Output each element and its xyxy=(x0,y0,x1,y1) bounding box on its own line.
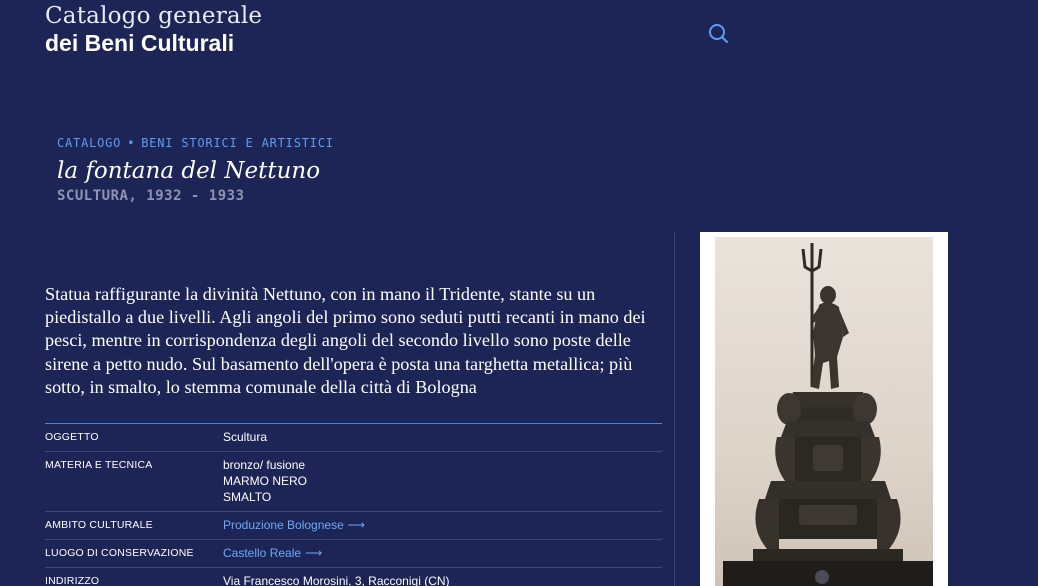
breadcrumb: CATALOGO • BENI STORICI E ARTISTICI xyxy=(57,136,334,150)
details-table: OGGETTO Scultura MATERIA E TECNICA bronz… xyxy=(45,423,662,586)
details-row-luogo: LUOGO DI CONSERVAZIONE Castello Reale ⟶ xyxy=(45,540,662,568)
breadcrumb-separator: • xyxy=(127,136,136,150)
neptune-statue-illustration xyxy=(723,243,933,586)
details-row-oggetto: OGGETTO Scultura xyxy=(45,424,662,452)
brand-title-line1: Catalogo generale xyxy=(45,3,263,29)
breadcrumb-beni-storici[interactable]: BENI STORICI E ARTISTICI xyxy=(141,136,334,150)
details-label: AMBITO CULTURALE xyxy=(45,519,153,531)
details-row-ambito: AMBITO CULTURALE Produzione Bolognese ⟶ xyxy=(45,512,662,540)
page-subtitle: SCULTURA, 1932 - 1933 xyxy=(57,188,245,204)
details-row-indirizzo: INDIRIZZO Via Francesco Morosini, 3, Rac… xyxy=(45,568,662,586)
breadcrumb-catalogo[interactable]: CATALOGO xyxy=(57,136,121,150)
column-divider xyxy=(674,232,675,586)
luogo-link-label: Castello Reale xyxy=(223,546,302,560)
site-brand[interactable]: Catalogo generale dei Beni Culturali xyxy=(45,2,262,56)
details-value: bronzo/ fusione xyxy=(223,458,306,472)
details-value: SMALTO xyxy=(223,490,272,504)
details-value-list: bronzo/ fusione MARMO NERO SMALTO xyxy=(223,457,307,505)
details-label: MATERIA E TECNICA xyxy=(45,459,153,471)
ambito-link-label: Produzione Bolognese xyxy=(223,518,344,532)
details-value: Scultura xyxy=(223,430,268,444)
search-button[interactable] xyxy=(707,22,729,44)
search-icon xyxy=(709,24,728,43)
brand-title-line2: dei Beni Culturali xyxy=(45,30,235,56)
arrow-right-icon: ⟶ xyxy=(347,518,365,532)
luogo-link[interactable]: Castello Reale ⟶ xyxy=(223,546,322,560)
arrow-right-icon: ⟶ xyxy=(305,546,323,560)
details-row-materia: MATERIA E TECNICA bronzo/ fusione MARMO … xyxy=(45,452,662,512)
details-label: LUOGO DI CONSERVAZIONE xyxy=(45,547,194,559)
artwork-image[interactable] xyxy=(700,232,948,586)
work-description: Statua raffigurante la divinità Nettuno,… xyxy=(45,284,646,397)
page-title: la fontana del Nettuno xyxy=(57,158,321,184)
artwork-photo xyxy=(715,237,933,586)
details-label: OGGETTO xyxy=(45,431,99,443)
details-value: Via Francesco Morosini, 3, Racconigi (CN… xyxy=(223,574,450,586)
ambito-link[interactable]: Produzione Bolognese ⟶ xyxy=(223,518,365,532)
details-label: INDIRIZZO xyxy=(45,575,100,586)
details-value: MARMO NERO xyxy=(223,474,307,488)
